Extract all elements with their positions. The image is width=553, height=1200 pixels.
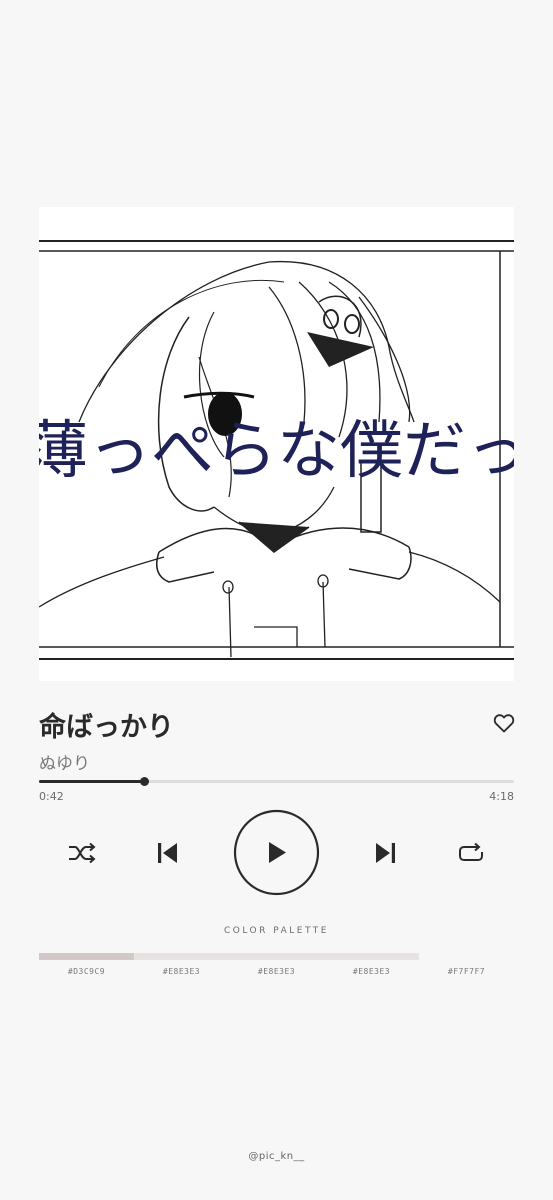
repeat-button[interactable] [457, 840, 485, 866]
creator-handle: @pic_kn__ [248, 1151, 305, 1162]
repeat-icon [459, 842, 483, 861]
track-artist[interactable]: ぬゆり [39, 749, 90, 774]
skip-next-icon [376, 843, 395, 863]
shuffle-icon [69, 842, 96, 864]
color-swatch [134, 953, 229, 960]
color-hex-label: #E8E3E3 [162, 967, 201, 976]
progress-bar[interactable] [39, 777, 514, 786]
play-button[interactable] [233, 809, 320, 896]
previous-button[interactable] [155, 840, 181, 866]
color-hex-label: #F7F7F7 [447, 967, 486, 976]
progress-knob[interactable] [139, 777, 149, 786]
skip-previous-icon [158, 843, 177, 863]
track-title: 命ばっかり [39, 712, 174, 743]
heart-outline-icon[interactable] [492, 711, 516, 735]
play-icon [233, 809, 320, 896]
color-hex-label: #E8E3E3 [352, 967, 391, 976]
total-time: 4:18 [489, 790, 514, 803]
color-swatches [39, 953, 514, 960]
color-swatch [324, 953, 419, 960]
progress-fill [39, 780, 144, 783]
artwork-lyric-text: 薄っぺらな僕だった [39, 414, 514, 487]
color-swatch [229, 953, 324, 960]
album-artwork: 薄っぺらな僕だった [39, 207, 514, 681]
shuffle-button[interactable] [67, 840, 97, 866]
palette-label: COLOR PALETTE [224, 926, 329, 936]
current-time: 0:42 [39, 790, 64, 803]
next-button[interactable] [372, 840, 398, 866]
color-hex-label: #D3C9C9 [67, 967, 106, 976]
color-swatch [419, 953, 514, 960]
color-hex-labels: #D3C9C9 #E8E3E3 #E8E3E3 #E8E3E3 #F7F7F7 [39, 967, 514, 976]
color-swatch [39, 953, 134, 960]
color-hex-label: #E8E3E3 [257, 967, 296, 976]
